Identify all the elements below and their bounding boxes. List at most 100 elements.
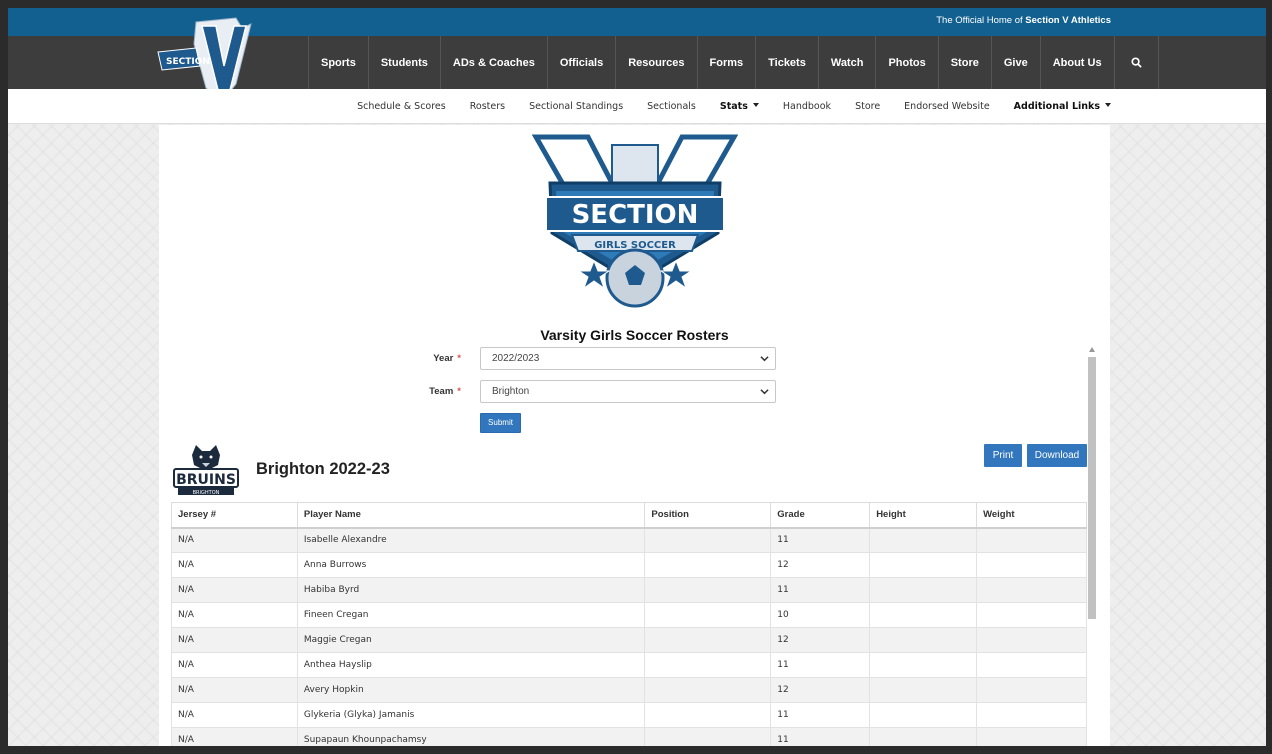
- table-cell: N/A: [171, 727, 298, 746]
- table-cell: [976, 727, 1087, 746]
- table-cell: [644, 627, 772, 653]
- subnav-item-rosters[interactable]: Rosters: [470, 101, 505, 112]
- table-cell: [869, 727, 978, 746]
- year-label: Year *: [389, 353, 461, 364]
- table-cell: [644, 602, 772, 628]
- table-cell: 12: [770, 627, 871, 653]
- year-label-text: Year: [433, 353, 454, 364]
- team-select[interactable]: Brighton: [480, 380, 776, 403]
- table-row: N/A Anthea Hayslip 11: [171, 652, 1087, 678]
- team-select-value: Brighton: [492, 386, 530, 397]
- table-cell: Anna Burrows: [296, 552, 646, 578]
- subnav-item-label: Sectionals: [647, 101, 696, 112]
- team-logo-text: BRUINS: [176, 472, 236, 488]
- girls-soccer-crest: SECTION GIRLS SOCCER: [532, 134, 738, 308]
- table-cell: [869, 577, 978, 603]
- subnav-item-sectionals[interactable]: Sectionals: [647, 101, 696, 112]
- caret-down-icon: [1105, 103, 1111, 107]
- column-header[interactable]: Grade: [770, 502, 871, 529]
- nav-item-students[interactable]: Students: [369, 36, 441, 89]
- print-button[interactable]: Print: [984, 444, 1022, 467]
- table-cell: N/A: [171, 702, 298, 728]
- table-cell: [869, 602, 978, 628]
- subnav-item-store[interactable]: Store: [855, 101, 880, 112]
- tagline: The Official Home of Section V Athletics: [936, 15, 1111, 26]
- column-header[interactable]: Player Name: [296, 502, 646, 529]
- table-cell: Maggie Cregan: [296, 627, 646, 653]
- table-header-row: Jersey # Player Name Position Grade Height We…: [171, 502, 1087, 529]
- table-cell: 12: [770, 552, 871, 578]
- table-cell: 11: [770, 702, 871, 728]
- scroll-thumb[interactable]: [1088, 357, 1096, 619]
- subnav-item-additional-links[interactable]: Additional Links: [1014, 101, 1111, 112]
- subnav-item-label: Sectional Standings: [529, 101, 624, 112]
- nav-item-sports[interactable]: Sports: [309, 36, 369, 89]
- table-cell: N/A: [171, 527, 298, 553]
- subnav-item-label: Handbook: [782, 101, 832, 112]
- nav-item-forms[interactable]: Forms: [698, 36, 757, 89]
- required-mark: *: [457, 386, 461, 397]
- year-select-value: 2022/2023: [492, 353, 540, 364]
- nav-item-resources[interactable]: Resources: [616, 36, 698, 89]
- table-cell: [869, 627, 978, 653]
- logo-text: SECTION: [166, 57, 210, 67]
- subnav-item-endorsed-website[interactable]: Endorsed Website: [904, 101, 990, 112]
- column-header[interactable]: Height: [869, 502, 978, 529]
- subnav-item-schedule-scores[interactable]: Schedule & Scores: [357, 101, 446, 112]
- table-cell: N/A: [171, 627, 298, 653]
- caret-down-icon: [752, 103, 759, 107]
- table-body: N/A Isabelle Alexandre 11 N/A Anna Burrows 12…: [171, 527, 1087, 746]
- nav-item-officials[interactable]: Officials: [548, 36, 617, 89]
- download-button[interactable]: Download: [1027, 444, 1087, 467]
- table-row: N/A Isabelle Alexandre 11: [171, 527, 1087, 553]
- table-row: N/A Fineen Cregan 10: [171, 602, 1087, 628]
- table-row: N/A Glykeria (Glyka) Jamanis 11: [171, 702, 1087, 728]
- table-cell: [869, 527, 978, 553]
- subnav-item-label: Stats: [719, 101, 748, 112]
- table-cell: [644, 577, 772, 603]
- table-cell: [976, 627, 1087, 653]
- nav-item-watch[interactable]: Watch: [819, 36, 877, 89]
- scrollbar[interactable]: [1087, 347, 1097, 746]
- sub-nav: Schedule & Scores Rosters Sectional Standi…: [8, 89, 1266, 124]
- table-cell: [644, 527, 772, 553]
- roster-heading: Brighton 2022-23: [256, 460, 390, 478]
- tagline-org: Section V Athletics: [1025, 15, 1111, 26]
- table-cell: [976, 552, 1087, 578]
- table-cell: 11: [770, 577, 871, 603]
- subnav-item-label: Rosters: [469, 101, 506, 112]
- tagline-prefix: The Official Home of: [936, 15, 1023, 26]
- nav-item-ads-coaches[interactable]: ADs & Coaches: [441, 36, 548, 89]
- table-cell: [644, 677, 772, 703]
- year-select[interactable]: 2022/2023: [480, 347, 776, 370]
- column-header[interactable]: Weight: [976, 502, 1087, 529]
- scroll-up-arrow[interactable]: [1089, 347, 1095, 352]
- table-cell: [869, 652, 978, 678]
- nav-item-give[interactable]: Give: [992, 36, 1041, 89]
- required-mark: *: [457, 353, 461, 364]
- submit-button[interactable]: Submit: [480, 413, 521, 433]
- column-header[interactable]: Jersey #: [171, 502, 298, 529]
- table-cell: Fineen Cregan: [296, 602, 646, 628]
- table-row: N/A Avery Hopkin 12: [171, 677, 1087, 703]
- bruins-logo: BRUINS BRIGHTON: [173, 445, 239, 496]
- table-cell: [869, 677, 978, 703]
- nav-item-store[interactable]: Store: [939, 36, 992, 89]
- nav-item-about-us[interactable]: About Us: [1041, 36, 1115, 89]
- table-cell: Avery Hopkin: [296, 677, 646, 703]
- column-header[interactable]: Position: [644, 502, 772, 529]
- search-button[interactable]: [1115, 36, 1159, 89]
- subnav-item-stats[interactable]: Stats: [720, 101, 759, 112]
- crest-word: SECTION: [572, 200, 699, 230]
- table-cell: Habiba Byrd: [296, 577, 646, 603]
- nav-item-photos[interactable]: Photos: [876, 36, 939, 89]
- chevron-down-icon: [760, 356, 769, 362]
- subnav-item-sectional-standings[interactable]: Sectional Standings: [529, 101, 623, 112]
- subnav-item-handbook[interactable]: Handbook: [783, 101, 831, 112]
- nav-item-tickets[interactable]: Tickets: [756, 36, 819, 89]
- table-cell: Supapaun Khounpachamsy: [296, 727, 646, 746]
- table-row: N/A Supapaun Khounpachamsy 11: [171, 727, 1087, 746]
- subnav-item-label: Endorsed Website: [904, 101, 990, 112]
- table-cell: 11: [770, 527, 871, 553]
- table-cell: [976, 702, 1087, 728]
